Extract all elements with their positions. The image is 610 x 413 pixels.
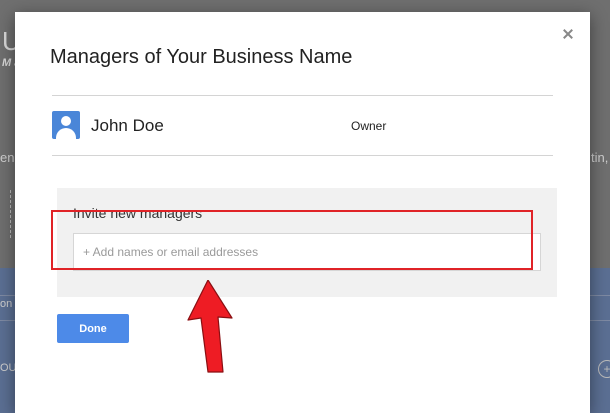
divider bbox=[52, 155, 553, 156]
manager-role: Owner bbox=[351, 119, 387, 133]
managers-dialog: Managers of Your Business Name John Doe … bbox=[15, 12, 590, 413]
invite-managers-input[interactable] bbox=[73, 233, 541, 271]
background-plus-icon: + bbox=[598, 360, 610, 378]
manager-name: John Doe bbox=[91, 116, 164, 135]
background-text-right: tin, bbox=[591, 150, 609, 165]
done-button[interactable]: Done bbox=[57, 314, 129, 343]
invite-label: Invite new managers bbox=[73, 205, 203, 221]
close-icon[interactable] bbox=[561, 27, 575, 41]
red-arrow-icon bbox=[187, 280, 233, 373]
background-row-text: on bbox=[0, 298, 13, 310]
dialog-title: Managers of Your Business Name bbox=[50, 46, 353, 68]
background-dashed-box bbox=[3, 190, 11, 238]
person-icon bbox=[52, 111, 80, 139]
divider bbox=[52, 95, 553, 96]
invite-panel: Invite new managers bbox=[57, 188, 557, 297]
